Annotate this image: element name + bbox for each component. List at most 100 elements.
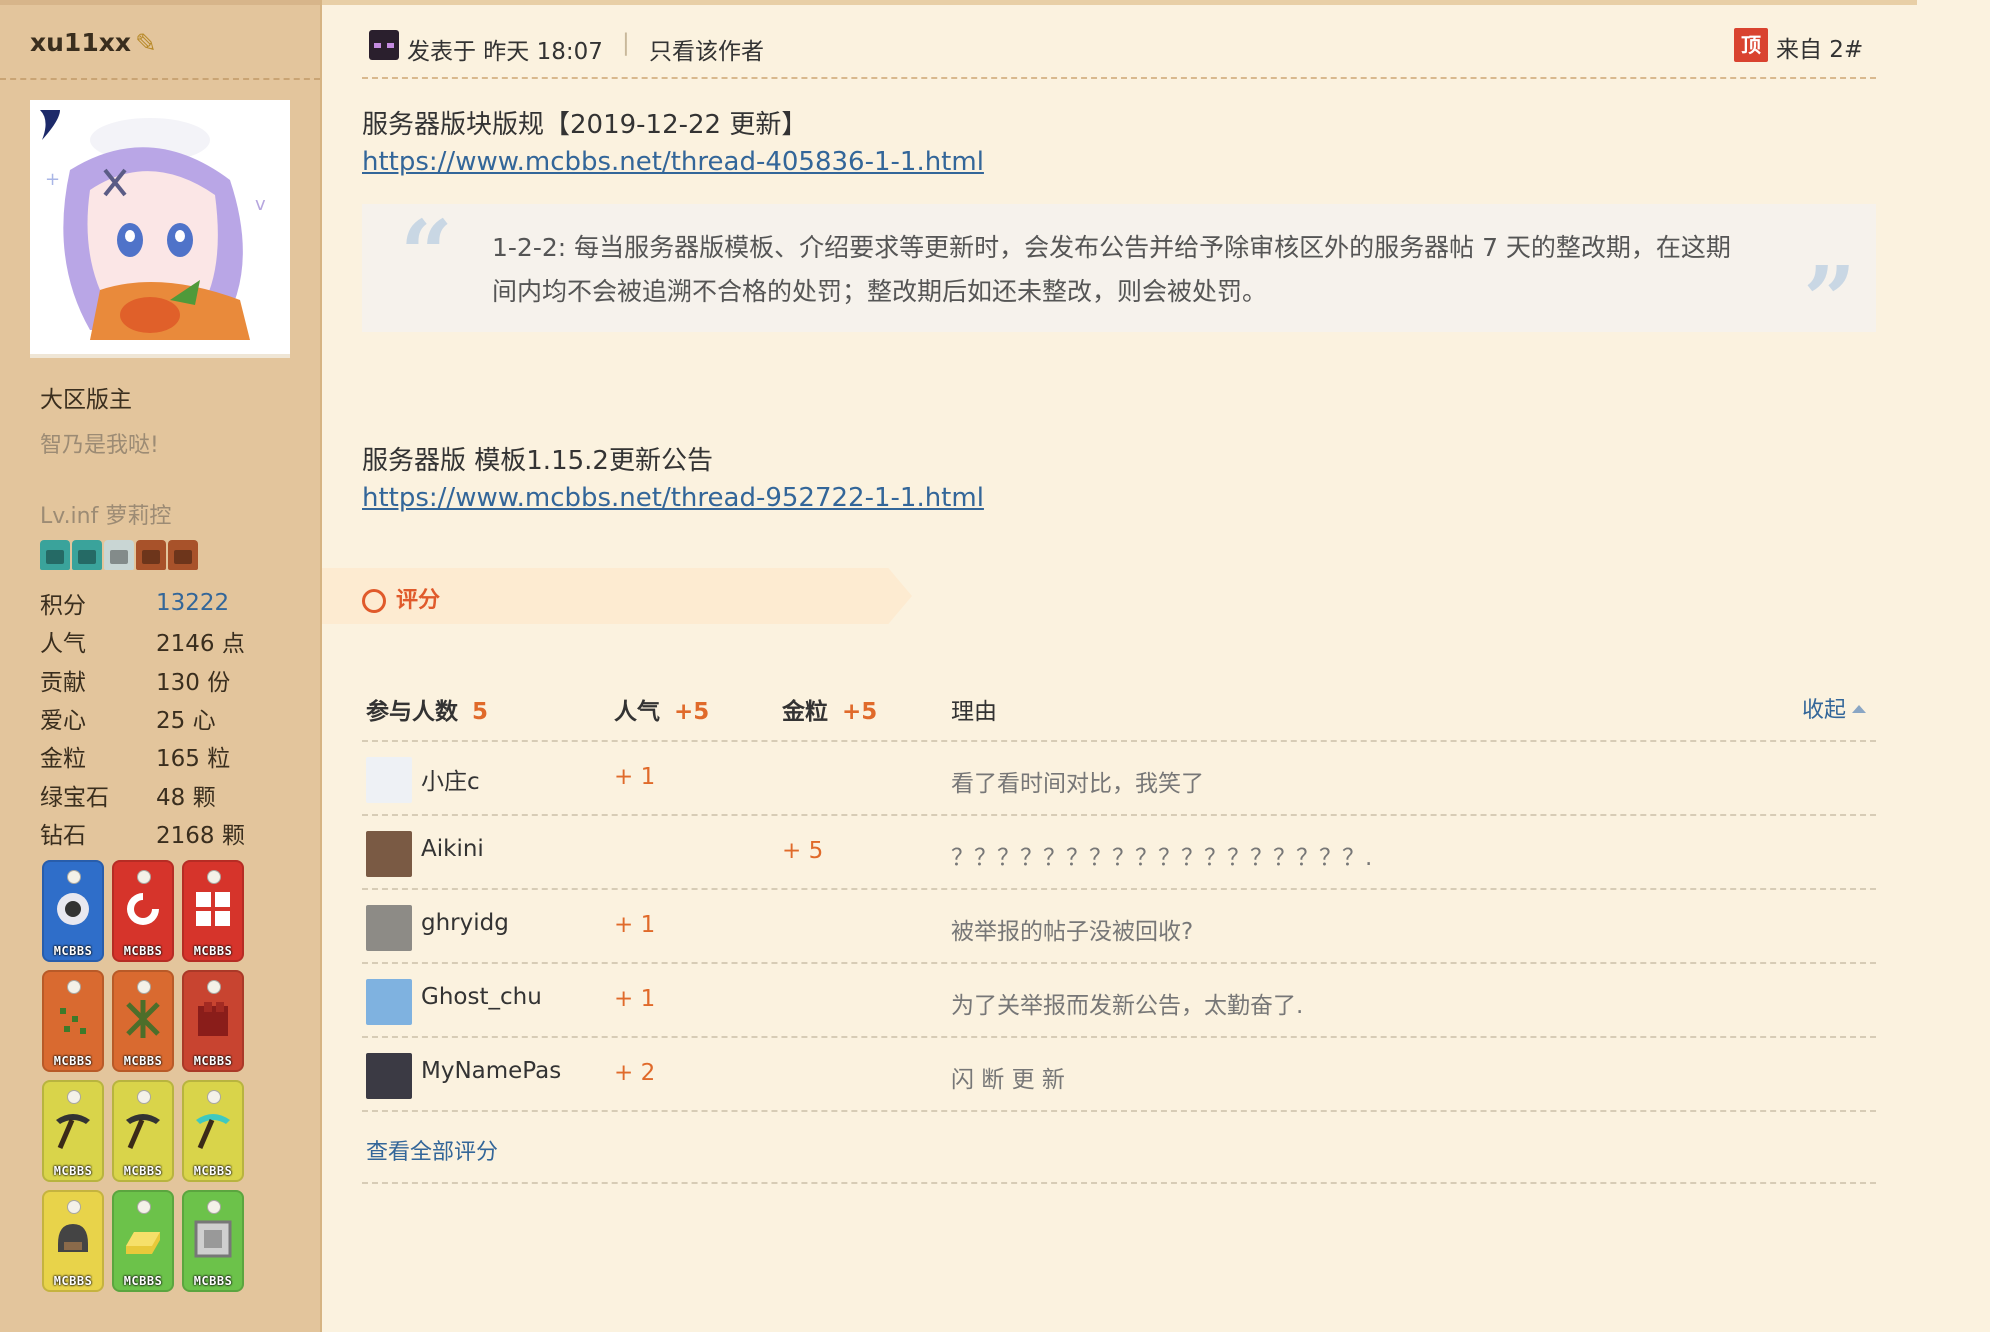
pencil-icon: ✎ [134,29,157,59]
rater-name[interactable]: ghryidg [421,910,509,936]
stat-value: 165 粒 [156,746,231,773]
rater-name[interactable]: 小庄c [421,762,480,796]
post-link-2[interactable]: https://www.mcbbs.net/thread-952722-1-1.… [362,483,984,513]
post-header: 发表于 昨天 18:07 | 只看该作者 顶 来自 2# [362,24,1876,76]
stat-value: 2146 点 [156,631,245,658]
medal-hole [137,1200,151,1214]
stat-value: 2168 颗 [156,822,245,849]
rating-reason: ？？？？？？？？？？？？？？？？？？. [951,845,1373,871]
level-star-icon [136,540,166,570]
svg-text:v: v [255,194,266,215]
rating-row: 小庄c + 1 看了看时间对比，我笑了 [362,742,1876,816]
stat-value[interactable]: 13222 [156,590,229,616]
rater-avatar[interactable] [366,1053,412,1099]
medal-badge[interactable]: MCBBS [42,970,104,1072]
rating-popularity: + 1 [614,912,656,938]
medal-tag: MCBBS [53,1054,93,1068]
rating-row: ghryidg + 1 被举报的帖子没被回收? [362,890,1876,964]
top-post-icon[interactable]: 顶 [1734,28,1768,62]
rater-avatar[interactable] [366,757,412,803]
author-name[interactable]: xu11xx ✎ [30,28,157,59]
post-header-divider [362,77,1876,79]
stat-row: 人气 2146 点 [40,622,300,660]
rater-name[interactable]: Ghost_chu [421,984,542,1010]
rating-rows: 小庄c + 1 看了看时间对比，我笑了 Aikini + 5 ？？？？？？？？？？？？？？… [362,742,1876,1112]
stat-row: 贡献 130 份 [40,661,300,699]
rater-avatar[interactable] [366,979,412,1025]
participants-count: 5 [472,699,489,725]
rating-reason: 看了看时间对比，我笑了 [951,771,1204,797]
rater-name[interactable]: Aikini [421,836,484,862]
reason-header: 理由 [951,699,997,725]
netherwart-icon [198,1002,228,1036]
medal-badge[interactable]: MCBBS [42,860,104,962]
online-status-icon [369,30,399,60]
rating-circle-icon [362,589,386,613]
rating-table-header: 参与人数 5 人气 +5 金粒 +5 理由 收起 [362,676,1876,742]
post-link-1[interactable]: https://www.mcbbs.net/thread-405836-1-1.… [362,147,984,177]
medal-badge[interactable]: MCBBS [42,1190,104,1292]
rating-tab-label: 评分 [396,588,441,613]
svg-text:+: + [45,169,60,190]
medal-badge[interactable]: MCBBS [112,1190,174,1292]
only-author-link[interactable]: 只看该作者 [649,32,764,66]
medal-badge[interactable]: MCBBS [112,860,174,962]
medal-tag: MCBBS [123,1054,163,1068]
collapse-label[interactable]: 收起 [1802,698,1846,723]
medal-badge[interactable]: MCBBS [182,860,244,962]
view-all-ratings-link[interactable]: 查看全部评分 [366,1134,498,1166]
rater-avatar[interactable] [366,905,412,951]
medal-hole [67,870,81,884]
post-text-line2: 服务器版 模板1.15.2更新公告 [362,446,713,476]
author-sidebar: xu11xx ✎ v + 大区版主 智乃是我哒! Lv.inf 萝莉控 积分 132… [0,0,322,1332]
medal-tag: MCBBS [123,944,163,958]
participants-header: 参与人数 5 [366,692,488,726]
frame-icon [194,1220,232,1258]
stat-value: 48 颗 [156,784,216,811]
participants-label: 参与人数 [366,699,458,725]
medal-badge[interactable]: MCBBS [182,1080,244,1182]
stat-label: 绿宝石 [40,784,109,811]
rating-reason: 被举报的帖子没被回收? [951,919,1194,945]
quote-close-icon: ” [1803,246,1856,354]
rater-name[interactable]: MyNamePas [421,1058,561,1084]
author-name-text[interactable]: xu11xx [30,28,131,57]
medal-tag: MCBBS [53,944,93,958]
level-star-icon [168,540,198,570]
medal-tag: MCBBS [193,944,233,958]
medal-badge[interactable]: MCBBS [112,1080,174,1182]
collapse-button[interactable]: 收起 [1802,692,1866,724]
stat-label: 金粒 [40,746,86,773]
medal-hole [67,1200,81,1214]
rater-avatar[interactable] [366,831,412,877]
medal-tag: MCBBS [193,1054,233,1068]
medal-hole [137,980,151,994]
post-quote: “ 1-2-2: 每当服务器版模板、介绍要求等更新时，会发布公告并给予除审核区外… [362,204,1876,346]
medal-badge[interactable]: MCBBS [182,970,244,1072]
diamond-pickaxe-icon [196,1114,230,1149]
author-avatar[interactable]: v + [30,100,290,358]
rating-row: MyNamePas + 2 闪 断 更 新 [362,1038,1876,1112]
medal-badge[interactable]: MCBBS [182,1190,244,1292]
window-icon [196,892,230,926]
rating-reason: 为了关举报而发新公告，太勤奋了. [951,993,1304,1019]
caret-up-icon [1852,705,1866,713]
floor-number[interactable]: 来自 2# [1776,30,1863,64]
medal-hole [67,980,81,994]
gold-total: +5 [842,699,878,725]
medal-grid: MCBBS MCBBS MCBBS MCBBS MCBBS MCBBS MCBBS MCBBS… [42,860,262,1292]
post-text-line1: 服务器版块版规【2019-12-22 更新】 [362,110,808,140]
helmet-icon [58,1224,88,1252]
level-icons [40,540,198,570]
rating-gold: + 5 [782,838,824,864]
medal-badge[interactable]: MCBBS [42,1080,104,1182]
vine-icon [126,1000,160,1038]
stat-label: 人气 [40,631,86,658]
rating-reason: 闪 断 更 新 [951,1067,1065,1093]
stat-label: 贡献 [40,669,86,696]
stat-row: 钻石 2168 颗 [40,814,300,852]
medal-badge[interactable]: MCBBS [112,970,174,1072]
level-star-icon [40,540,70,570]
author-level[interactable]: Lv.inf 萝莉控 [40,498,171,530]
gold-ingot-icon [126,1232,160,1254]
